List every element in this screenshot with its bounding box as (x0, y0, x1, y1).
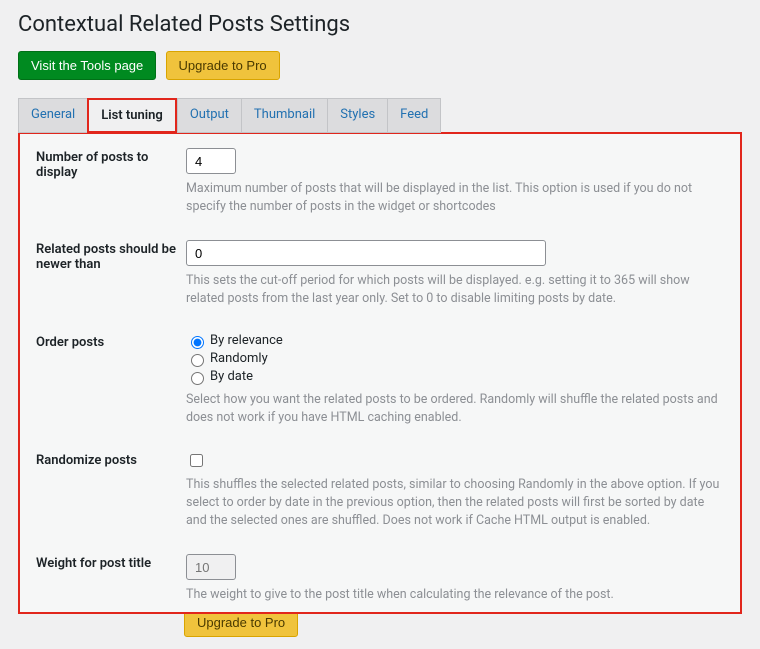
row-order: Order posts By relevance Randomly By dat… (36, 333, 724, 427)
tab-styles[interactable]: Styles (327, 98, 387, 133)
label-randomize: Randomize posts (36, 451, 186, 468)
row-num-posts: Number of posts to display Maximum numbe… (36, 148, 724, 216)
input-newer-than[interactable] (186, 240, 546, 266)
radio-order-date[interactable] (191, 372, 204, 385)
row-weight-title: Weight for post title The weight to give… (36, 554, 724, 604)
tab-feed[interactable]: Feed (387, 98, 441, 133)
radio-order-relevance[interactable] (191, 336, 204, 349)
radio-order-randomly[interactable] (191, 354, 204, 367)
upgrade-button[interactable]: Upgrade to Pro (166, 51, 280, 80)
input-num-posts[interactable] (186, 148, 236, 174)
page-title: Contextual Related Posts Settings (18, 12, 742, 37)
tabs: General List tuning Output Thumbnail Sty… (18, 98, 742, 133)
radio-label-relevance: By relevance (210, 333, 283, 348)
label-num-posts: Number of posts to display (36, 148, 186, 180)
desc-newer-than: This sets the cut-off period for which p… (186, 272, 724, 308)
tab-output[interactable]: Output (177, 98, 241, 133)
label-order: Order posts (36, 333, 186, 350)
tab-thumbnail[interactable]: Thumbnail (241, 98, 327, 133)
desc-weight-title: The weight to give to the post title whe… (186, 586, 724, 604)
row-newer-than: Related posts should be newer than This … (36, 240, 724, 308)
radio-label-date: By date (210, 369, 253, 384)
desc-order: Select how you want the related posts to… (186, 391, 724, 427)
visit-tools-button[interactable]: Visit the Tools page (18, 51, 156, 80)
settings-panel: Number of posts to display Maximum numbe… (18, 132, 742, 614)
input-weight-title (186, 554, 236, 580)
tab-list-tuning[interactable]: List tuning (87, 98, 177, 133)
label-newer-than: Related posts should be newer than (36, 240, 186, 272)
row-randomize: Randomize posts This shuffles the select… (36, 451, 724, 530)
radio-label-randomly: Randomly (210, 351, 268, 366)
top-buttons: Visit the Tools page Upgrade to Pro (18, 51, 742, 80)
desc-randomize: This shuffles the selected related posts… (186, 476, 724, 530)
label-weight-title: Weight for post title (36, 554, 186, 571)
checkbox-randomize[interactable] (190, 454, 203, 467)
desc-num-posts: Maximum number of posts that will be dis… (186, 180, 724, 216)
tab-general[interactable]: General (18, 98, 87, 133)
